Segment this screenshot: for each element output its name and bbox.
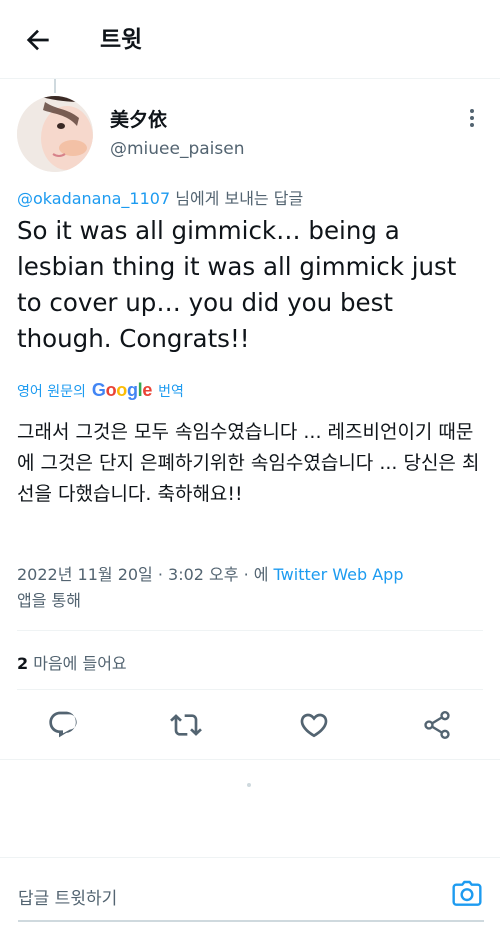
back-arrow-icon[interactable] (22, 24, 54, 56)
input-underline (18, 920, 484, 922)
google-logo: Google (91, 380, 153, 400)
timestamp[interactable]: 2022년 11월 20일 · 3:02 오후 · 에 (17, 565, 274, 584)
divider (17, 630, 483, 631)
retweet-icon[interactable] (170, 709, 202, 741)
page-title: 트윗 (100, 27, 143, 53)
reply-icon[interactable] (47, 709, 79, 741)
reply-suffix: 님에게 보내는 답글 (170, 189, 304, 208)
more-options-icon[interactable] (462, 104, 482, 132)
author-handle[interactable]: @miuee_paisen (110, 139, 245, 159)
reply-composer: 답글 트윗하기 (0, 857, 500, 930)
heart-icon[interactable] (298, 709, 330, 741)
thread-connector (54, 79, 56, 93)
translated-text: 그래서 그것은 모두 속임수였습니다 ... 레즈비언이기 때문에 그것은 단지… (17, 421, 480, 505)
like-label: 마음에 들어요 (28, 654, 127, 673)
like-number: 2 (17, 654, 29, 673)
camera-icon[interactable] (451, 878, 483, 910)
translate-suffix: 번역 (158, 383, 184, 400)
source-suffix: 앱을 통해 (17, 591, 81, 610)
reply-context: @okadanana_1107 님에게 보내는 답글 (17, 185, 303, 209)
translate-prefix: 영어 원문의 (17, 383, 86, 400)
share-icon[interactable] (421, 709, 453, 741)
divider (17, 689, 483, 690)
source-app-link[interactable]: Twitter Web App (274, 565, 404, 584)
likes-count[interactable]: 2 마음에 들어요 (17, 650, 127, 674)
loading-dot (247, 783, 251, 787)
author-name[interactable]: 美夕依 (110, 105, 167, 132)
translate-link[interactable]: 영어 원문의 Google 번역 (17, 380, 184, 401)
tweet-metadata: 2022년 11월 20일 · 3:02 오후 · 에 Twitter Web … (17, 562, 487, 614)
top-bar: 트윗 (0, 0, 500, 79)
reply-input[interactable]: 답글 트윗하기 (18, 884, 117, 909)
reply-mention-link[interactable]: @okadanana_1107 (17, 189, 170, 208)
avatar[interactable] (17, 96, 93, 172)
tweet-text: So it was all gimmick… being a lesbian t… (17, 216, 457, 353)
divider (0, 759, 500, 760)
